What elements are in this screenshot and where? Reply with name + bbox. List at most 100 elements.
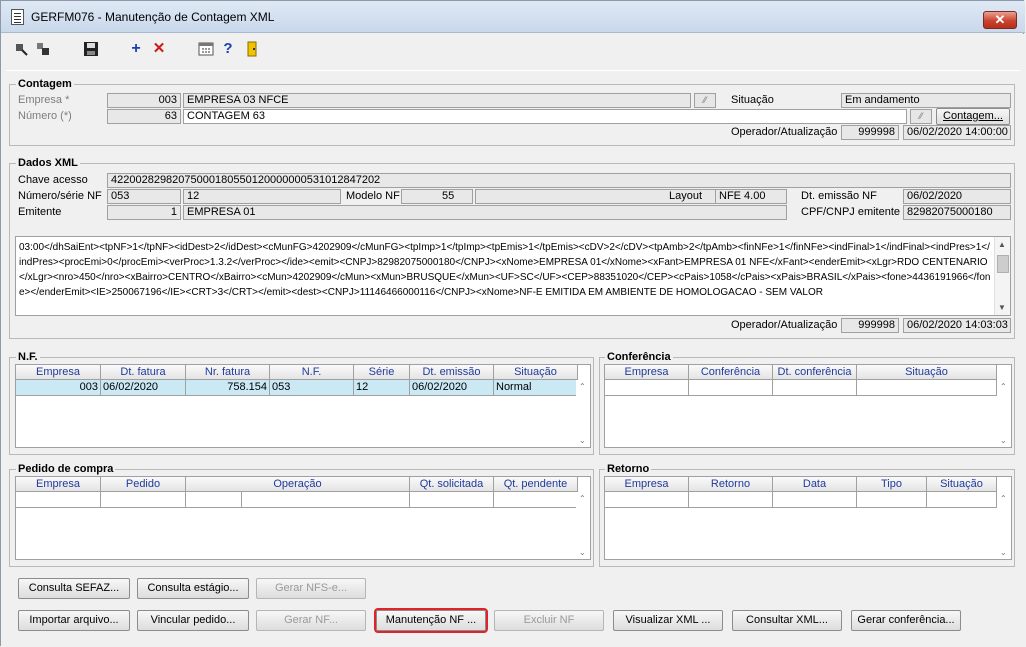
empresa-name-field: EMPRESA 03 NFCE — [183, 93, 691, 108]
ped-col-pedido[interactable]: Pedido — [101, 477, 186, 492]
ret-col-tipo[interactable]: Tipo — [857, 477, 927, 492]
chevron-down-icon[interactable]: ⌄ — [1000, 436, 1007, 445]
title-bar: GERFM076 - Manutenção de Contagem XML ✕ — [1, 1, 1025, 33]
gerar-conferencia-button[interactable]: Gerar conferência... — [851, 610, 961, 631]
chevron-down-icon[interactable]: ⌄ — [579, 436, 586, 445]
nf-cell-dt-fatura: 06/02/2020 — [101, 380, 186, 396]
empty-cell — [927, 492, 997, 508]
first-record-icon[interactable] — [13, 41, 29, 57]
pedido-title: Pedido de compra — [16, 463, 116, 475]
nf-col-serie[interactable]: Série — [354, 365, 410, 380]
ped-col-qt-pendente[interactable]: Qt. pendente — [494, 477, 578, 492]
scroll-up-icon[interactable]: ▲ — [998, 240, 1006, 249]
last-record-icon[interactable] — [35, 41, 51, 57]
numero-code-field[interactable]: 63 — [107, 109, 181, 124]
empresa-label: Empresa * — [18, 94, 70, 106]
conferencia-grid-scrollbar[interactable]: ⌃ ⌄ — [997, 380, 1011, 447]
retorno-grid-header: Empresa Retorno Data Tipo Situação — [605, 477, 997, 492]
empresa-lookup-button[interactable]: ⁄⁄ — [694, 93, 716, 108]
ped-col-operacao[interactable]: Operação — [186, 477, 410, 492]
contagem-button[interactable]: Contagem... — [936, 108, 1010, 125]
xml-content-box[interactable]: 03:00</dhSaiEnt><tpNF>1</tpNF><idDest>2<… — [15, 236, 1011, 316]
conferencia-grid-header: Empresa Conferência Dt. conferência Situ… — [605, 365, 997, 380]
excluir-nf-button[interactable]: Excluir NF — [494, 610, 604, 631]
contagem-operador-label: Operador/Atualização — [731, 126, 838, 138]
gerar-nfse-button[interactable]: Gerar NFS-e... — [256, 578, 366, 599]
table-row[interactable]: 003 06/02/2020 758.154 053 12 06/02/2020… — [16, 380, 578, 396]
nf-col-dt-fatura[interactable]: Dt. fatura — [101, 365, 186, 380]
calendar-icon[interactable] — [198, 41, 214, 57]
consulta-estagio-button[interactable]: Consulta estágio... — [137, 578, 249, 599]
nf-cell-dt-emissao: 06/02/2020 — [410, 380, 494, 396]
scroll-down-icon[interactable]: ▼ — [998, 303, 1006, 312]
exit-icon[interactable] — [244, 41, 260, 57]
nf-col-dt-emissao[interactable]: Dt. emissão — [410, 365, 494, 380]
xml-operador-date: 06/02/2020 14:03:03 — [903, 318, 1011, 333]
conf-col-empresa[interactable]: Empresa — [605, 365, 689, 380]
dt-emissao-label: Dt. emissão NF — [801, 190, 877, 202]
nf-col-nf[interactable]: N.F. — [270, 365, 354, 380]
empty-cell — [242, 492, 410, 508]
nf-col-situacao[interactable]: Situação — [494, 365, 578, 380]
table-row[interactable] — [16, 492, 578, 508]
retorno-grid-scrollbar[interactable]: ⌃ ⌄ — [997, 492, 1011, 559]
ret-col-data[interactable]: Data — [773, 477, 857, 492]
add-icon[interactable]: + — [128, 41, 144, 57]
pedido-grid-scrollbar[interactable]: ⌃ ⌄ — [576, 492, 590, 559]
conferencia-grid[interactable]: Empresa Conferência Dt. conferência Situ… — [604, 364, 1012, 448]
empty-cell — [605, 492, 689, 508]
nf-cell-empresa: 003 — [16, 380, 101, 396]
consultar-xml-button[interactable]: Consultar XML... — [732, 610, 842, 631]
save-icon[interactable] — [83, 41, 99, 57]
table-row[interactable] — [605, 492, 997, 508]
empty-cell — [605, 380, 689, 396]
ret-col-retorno[interactable]: Retorno — [689, 477, 773, 492]
numero-lookup-button[interactable]: ⁄⁄ — [910, 109, 932, 124]
modelo-nf-field: 55 — [401, 189, 473, 204]
dados-xml-title: Dados XML — [16, 157, 80, 169]
emitente-label: Emitente — [18, 206, 62, 218]
scroll-thumb[interactable] — [997, 255, 1009, 273]
chevron-down-icon[interactable]: ⌄ — [1000, 548, 1007, 557]
chevron-down-icon[interactable]: ⌄ — [579, 548, 586, 557]
chevron-up-icon[interactable]: ⌃ — [1000, 382, 1007, 391]
pedido-grid[interactable]: Empresa Pedido Operação Qt. solicitada Q… — [15, 476, 591, 560]
nf-grid-scrollbar[interactable]: ⌃ ⌄ — [576, 380, 590, 447]
numero-desc-field[interactable]: CONTAGEM 63 — [183, 109, 907, 124]
delete-icon[interactable]: ✕ — [151, 41, 167, 57]
xml-scrollbar[interactable]: ▲ ▼ — [994, 237, 1010, 315]
chevron-up-icon[interactable]: ⌃ — [1000, 494, 1007, 503]
empresa-code-field[interactable]: 003 — [107, 93, 181, 108]
ret-col-situacao[interactable]: Situação — [927, 477, 997, 492]
help-icon[interactable]: ? — [220, 41, 236, 57]
consulta-sefaz-button[interactable]: Consulta SEFAZ... — [18, 578, 130, 599]
ret-col-empresa[interactable]: Empresa — [605, 477, 689, 492]
nf-cell-nr-fatura: 758.154 — [186, 380, 270, 396]
empty-cell — [101, 492, 186, 508]
emitente-code-field: 1 — [107, 205, 181, 220]
visualizar-xml-button[interactable]: Visualizar XML ... — [613, 610, 723, 631]
cpf-cnpj-label: CPF/CNPJ emitente — [801, 206, 901, 218]
empty-cell — [16, 492, 101, 508]
situacao-label: Situação — [731, 94, 774, 106]
nf-col-empresa[interactable]: Empresa — [16, 365, 101, 380]
ped-col-qt-solicitada[interactable]: Qt. solicitada — [410, 477, 494, 492]
chevron-up-icon[interactable]: ⌃ — [579, 494, 586, 503]
gerar-nf-button[interactable]: Gerar NF... — [256, 610, 366, 631]
toolbar-separator — [6, 70, 1020, 71]
ped-col-empresa[interactable]: Empresa — [16, 477, 101, 492]
table-row[interactable] — [605, 380, 997, 396]
manutencao-nf-button[interactable]: Manutenção NF ... — [374, 608, 488, 633]
dt-emissao-field: 06/02/2020 — [903, 189, 1011, 204]
chevron-up-icon[interactable]: ⌃ — [579, 382, 586, 391]
conf-col-situacao[interactable]: Situação — [857, 365, 997, 380]
conf-col-dt-conferencia[interactable]: Dt. conferência — [773, 365, 857, 380]
importar-arquivo-button[interactable]: Importar arquivo... — [18, 610, 130, 631]
nf-grid[interactable]: Empresa Dt. fatura Nr. fatura N.F. Série… — [15, 364, 591, 448]
retorno-grid[interactable]: Empresa Retorno Data Tipo Situação ⌃ ⌄ — [604, 476, 1012, 560]
cpf-cnpj-field: 82982075000180 — [903, 205, 1011, 220]
vincular-pedido-button[interactable]: Vincular pedido... — [137, 610, 249, 631]
nf-col-nr-fatura[interactable]: Nr. fatura — [186, 365, 270, 380]
close-button[interactable]: ✕ — [983, 11, 1017, 29]
conf-col-conferencia[interactable]: Conferência — [689, 365, 773, 380]
